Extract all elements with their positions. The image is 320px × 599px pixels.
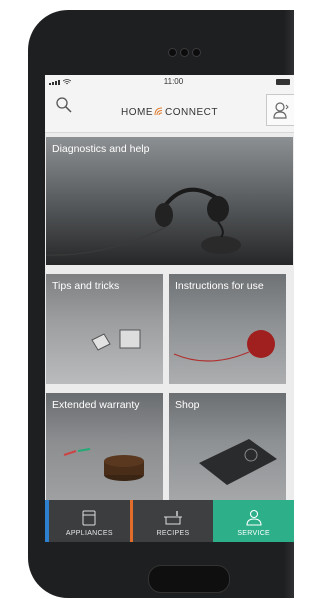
- user-icon: [272, 102, 289, 119]
- user-button[interactable]: [266, 94, 294, 126]
- recipe-pot-icon: [164, 511, 182, 525]
- tab-appliances-label: APPLIANCES: [65, 530, 113, 537]
- camera-dots: [168, 48, 201, 57]
- cooktop-image: [199, 439, 277, 485]
- brand-home: HOME: [121, 106, 154, 118]
- app-header: HOME CONNECT: [45, 88, 294, 133]
- status-time: 11:00: [163, 77, 184, 86]
- tab-service[interactable]: SERVICE: [213, 500, 294, 542]
- bottom-tab-bar: APPLIANCES RECIPES SERVICE: [45, 500, 294, 542]
- home-button[interactable]: [148, 565, 230, 593]
- app-screen: 11:00 HOME CONNECT Diagnostics and help: [45, 75, 294, 542]
- service-person-icon: [246, 509, 262, 526]
- cake-image: [63, 448, 144, 481]
- tile-instructions[interactable]: Instructions for use: [169, 274, 286, 384]
- service-grid: Diagnostics and help Tips and tricks Ins…: [45, 133, 294, 503]
- tile-shop[interactable]: Shop: [169, 393, 286, 503]
- brand-connect: CONNECT: [165, 106, 218, 118]
- tile-warranty[interactable]: Extended warranty: [46, 393, 163, 503]
- status-bar: 11:00: [45, 75, 294, 88]
- wifi-signal-icon: [154, 107, 164, 118]
- brand-logo: HOME CONNECT: [121, 107, 218, 118]
- search-icon[interactable]: [55, 96, 73, 114]
- tab-appliances[interactable]: APPLIANCES: [45, 500, 130, 542]
- battery-icon: [276, 78, 290, 85]
- tab-recipes[interactable]: RECIPES: [129, 500, 214, 542]
- tile-tips[interactable]: Tips and tricks: [46, 274, 163, 384]
- headphones-image: [46, 187, 241, 256]
- yarn-image: [173, 330, 275, 362]
- tab-service-label: SERVICE: [237, 530, 271, 537]
- tab-recipes-label: RECIPES: [156, 530, 190, 537]
- cubes-image: [91, 329, 141, 351]
- appliance-icon: [82, 510, 96, 526]
- signal-icon: [49, 78, 71, 85]
- tile-diagnostics[interactable]: Diagnostics and help: [46, 137, 293, 265]
